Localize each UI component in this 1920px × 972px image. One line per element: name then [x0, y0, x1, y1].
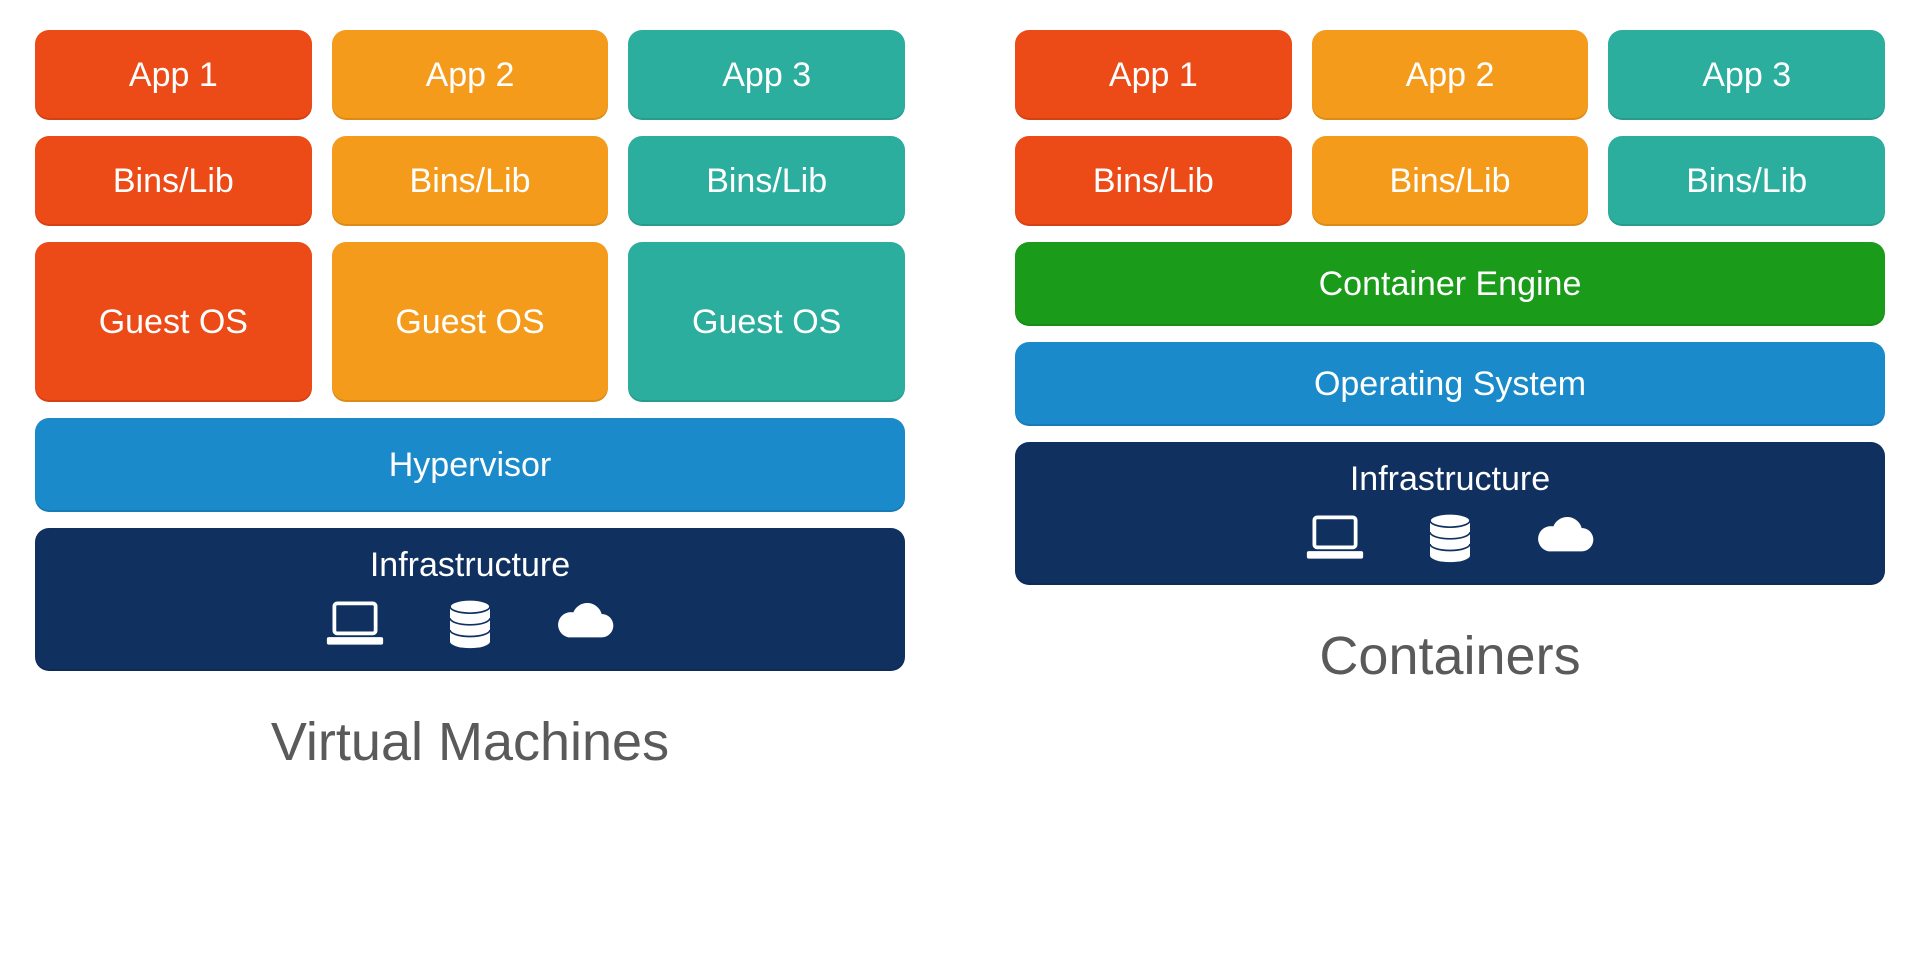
vm-app-2: App 2: [332, 30, 609, 120]
vm-hypervisor: Hypervisor: [35, 418, 905, 512]
vm-guest-1: Guest OS: [35, 242, 312, 402]
containers-stack: App 1 App 2 App 3 Bins/Lib Bins/Lib Bins…: [1015, 30, 1885, 773]
database-icon: [1420, 513, 1480, 563]
ct-title: Containers: [1319, 625, 1580, 687]
vm-infrastructure: Infrastructure: [35, 528, 905, 671]
vm-stack: App 1 App 2 App 3 Bins/Lib Bins/Lib Bins…: [35, 30, 905, 773]
vm-apps-row: App 1 App 2 App 3: [35, 30, 905, 120]
cloud-icon: [555, 599, 615, 649]
ct-infrastructure: Infrastructure: [1015, 442, 1885, 585]
vm-guestos-row: Guest OS Guest OS Guest OS: [35, 242, 905, 402]
ct-infrastructure-label: Infrastructure: [1350, 460, 1550, 499]
ct-app-2: App 2: [1312, 30, 1589, 120]
laptop-icon: [1305, 513, 1365, 563]
vm-bins-2: Bins/Lib: [332, 136, 609, 226]
vm-guest-3: Guest OS: [628, 242, 905, 402]
vm-infra-icons: [325, 599, 615, 649]
ct-bins-3: Bins/Lib: [1608, 136, 1885, 226]
vm-guest-2: Guest OS: [332, 242, 609, 402]
vm-bins-1: Bins/Lib: [35, 136, 312, 226]
vm-bins-row: Bins/Lib Bins/Lib Bins/Lib: [35, 136, 905, 226]
ct-operating-system: Operating System: [1015, 342, 1885, 426]
ct-app-3: App 3: [1608, 30, 1885, 120]
ct-infra-icons: [1305, 513, 1595, 563]
vm-title: Virtual Machines: [271, 711, 669, 773]
ct-bins-row: Bins/Lib Bins/Lib Bins/Lib: [1015, 136, 1885, 226]
vm-app-1: App 1: [35, 30, 312, 120]
ct-container-engine: Container Engine: [1015, 242, 1885, 326]
vm-bins-3: Bins/Lib: [628, 136, 905, 226]
database-icon: [440, 599, 500, 649]
vm-infrastructure-label: Infrastructure: [370, 546, 570, 585]
diagram-wrap: App 1 App 2 App 3 Bins/Lib Bins/Lib Bins…: [30, 30, 1890, 773]
laptop-icon: [325, 599, 385, 649]
ct-bins-1: Bins/Lib: [1015, 136, 1292, 226]
ct-apps-row: App 1 App 2 App 3: [1015, 30, 1885, 120]
ct-app-1: App 1: [1015, 30, 1292, 120]
vm-app-3: App 3: [628, 30, 905, 120]
cloud-icon: [1535, 513, 1595, 563]
ct-bins-2: Bins/Lib: [1312, 136, 1589, 226]
